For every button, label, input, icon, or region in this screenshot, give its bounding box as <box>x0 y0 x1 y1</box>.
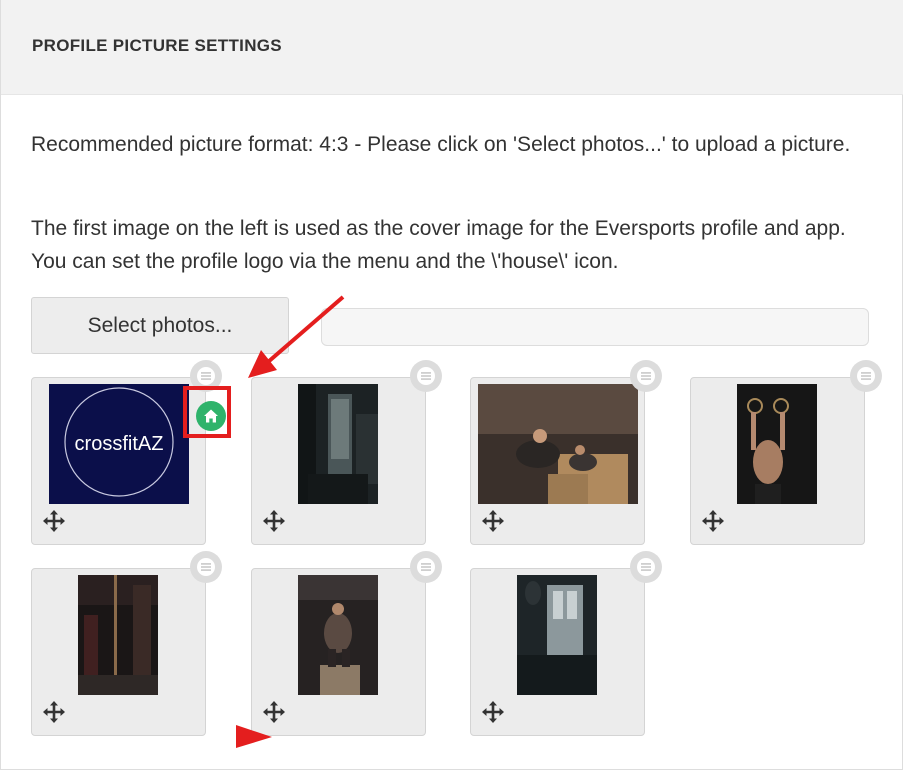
photo-menu-button[interactable] <box>850 360 882 392</box>
photo-tile[interactable] <box>470 568 645 736</box>
cover-instructions: The first image on the left is used as t… <box>31 217 846 273</box>
logo-text: crossfitAZ <box>75 433 164 455</box>
move-arrows-icon[interactable] <box>701 509 725 533</box>
photo-tile[interactable] <box>690 377 865 545</box>
move-arrows-icon[interactable] <box>42 509 66 533</box>
hamburger-icon <box>637 367 655 385</box>
move-arrows-icon[interactable] <box>481 509 505 533</box>
annotation-highlight-box <box>183 386 231 438</box>
photo-menu-button[interactable] <box>410 551 442 583</box>
photo-thumbnail <box>517 575 597 695</box>
hamburger-icon <box>417 558 435 576</box>
set-profile-logo-button[interactable] <box>196 401 226 431</box>
photo-thumbnail <box>78 575 158 695</box>
photo-thumbnail <box>298 575 378 695</box>
photo-thumbnail: crossfitAZ <box>49 384 189 504</box>
photo-tile[interactable] <box>31 568 206 736</box>
hamburger-icon <box>197 367 215 385</box>
panel-header: PROFILE PICTURE SETTINGS <box>1 0 903 95</box>
photo-menu-button[interactable] <box>410 360 442 392</box>
photo-thumbnail <box>478 384 638 504</box>
move-arrows-icon[interactable] <box>262 700 286 724</box>
move-arrows-icon[interactable] <box>42 700 66 724</box>
photo-tile[interactable] <box>470 377 645 545</box>
photo-tile[interactable] <box>251 377 426 545</box>
photo-menu-button[interactable] <box>190 551 222 583</box>
photo-thumbnail <box>737 384 817 504</box>
move-arrows-icon[interactable] <box>262 509 286 533</box>
panel-title: PROFILE PICTURE SETTINGS <box>32 36 282 55</box>
hamburger-icon <box>637 558 655 576</box>
hamburger-icon <box>197 558 215 576</box>
hamburger-icon <box>417 367 435 385</box>
format-instructions: Recommended picture format: 4:3 - Please… <box>31 133 851 156</box>
photo-menu-button[interactable] <box>630 360 662 392</box>
selected-files-field[interactable] <box>321 308 869 346</box>
move-arrows-icon[interactable] <box>481 700 505 724</box>
photo-tile[interactable] <box>251 568 426 736</box>
photo-tile[interactable]: crossfitAZ <box>31 377 206 545</box>
photo-menu-button[interactable] <box>630 551 662 583</box>
hamburger-icon <box>857 367 875 385</box>
select-photos-button[interactable]: Select photos... <box>31 297 289 354</box>
photo-thumbnail <box>298 384 378 504</box>
house-icon <box>204 409 218 423</box>
